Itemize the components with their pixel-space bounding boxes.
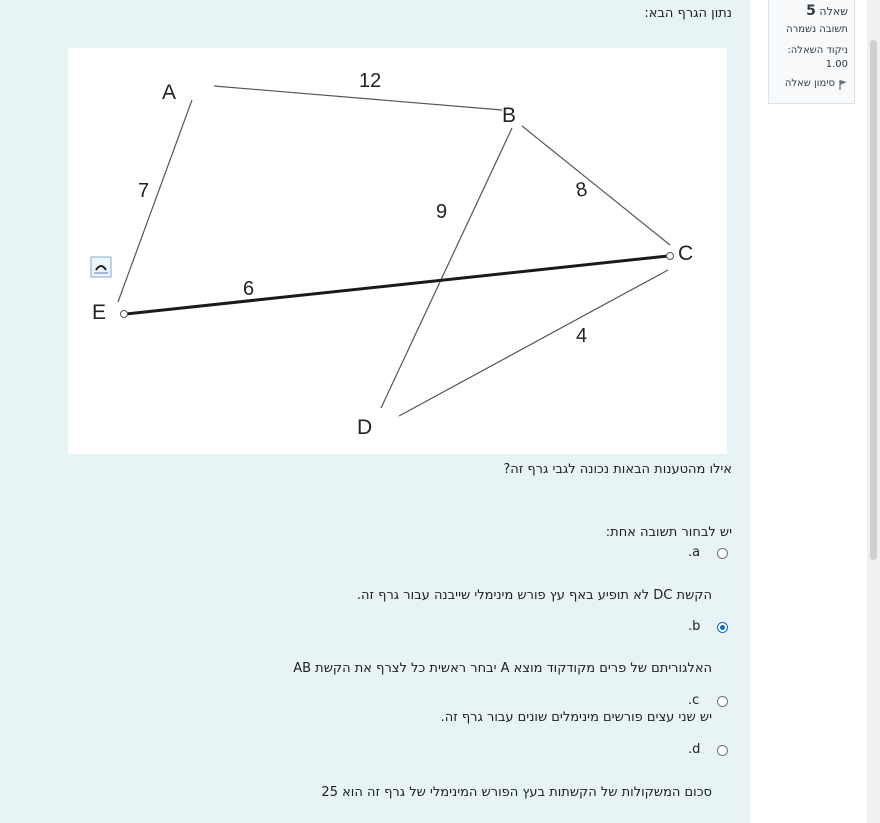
image-edit-icon: [90, 256, 112, 278]
node-label-c: C: [678, 242, 693, 265]
edge-weight-bd: 9: [436, 201, 447, 223]
edge-weight-ab: 12: [359, 70, 381, 92]
edge-a-e: [117, 99, 193, 303]
option-a-radio[interactable]: [717, 548, 728, 559]
node-label-e: E: [92, 301, 106, 324]
option-b-text[interactable]: האלגוריתם של פרים מקודקוד מוצא A יבחר רא…: [293, 661, 712, 676]
answer-instruction: יש לבחור תשובה אחת:: [605, 525, 732, 540]
points-label: ניקוד השאלה:: [787, 45, 848, 56]
edge-b-c: [521, 125, 671, 246]
edge-weight-ae: 7: [138, 180, 149, 202]
option-d-letter: .d: [688, 742, 701, 757]
edge-d-c: [398, 269, 669, 417]
node-c-dot: [666, 252, 674, 260]
option-a-text[interactable]: הקשת DC לא תופיע באף עץ פורש מינימלי שיי…: [357, 588, 712, 603]
option-b-radio[interactable]: [717, 622, 728, 633]
question-intro: נתון הגרף הבא:: [644, 6, 732, 21]
edge-weight-bc: 8: [574, 178, 589, 202]
node-label-d: D: [357, 416, 372, 439]
edge-e-c: [125, 254, 669, 316]
edge-a-b: [213, 85, 503, 111]
option-c-letter: .c: [688, 693, 700, 708]
question-content-panel: נתון הגרף הבא: A B C D E 12 7 8 9 6 4 אי…: [0, 0, 750, 823]
option-d-text[interactable]: סכום המשקולות של הקשתות בעץ הפורש המינימ…: [321, 785, 712, 800]
option-c-text[interactable]: יש שני עצים פורשים מינימלים שונים עבור ג…: [441, 710, 712, 725]
node-label-b: B: [502, 104, 516, 127]
edge-weight-ec: 6: [243, 278, 254, 300]
option-c-radio[interactable]: [717, 696, 728, 707]
graph-image: A B C D E 12 7 8 9 6 4: [68, 48, 727, 454]
question-info-box: שאלה 5 תשובה נשמרה ניקוד השאלה: 1.00 סימ…: [768, 0, 855, 104]
question-prompt: אילו מהטענות הבאות נכונה לגבי גרף זה?: [503, 462, 732, 477]
option-a-letter: .a: [688, 545, 701, 560]
flag-label: סימון שאלה: [784, 78, 835, 89]
answer-status: תשובה נשמרה: [786, 24, 848, 35]
option-b-letter: .b: [688, 619, 701, 634]
node-e-dot: [120, 310, 128, 318]
question-number: 5: [806, 3, 816, 19]
option-d-radio[interactable]: [717, 745, 728, 756]
question-number-line: שאלה 5: [775, 3, 848, 20]
node-label-a: A: [162, 81, 176, 104]
page-scrollbar[interactable]: [867, 0, 880, 823]
question-word: שאלה: [819, 5, 848, 18]
points-value: 1.00: [825, 59, 848, 70]
graph-svg: A B C D E 12 7 8 9 6 4: [90, 70, 693, 439]
edge-weight-dc: 4: [576, 325, 587, 347]
flag-icon: [839, 79, 847, 90]
scrollbar-thumb[interactable]: [870, 40, 877, 560]
flag-question-button[interactable]: סימון שאלה: [775, 77, 848, 91]
